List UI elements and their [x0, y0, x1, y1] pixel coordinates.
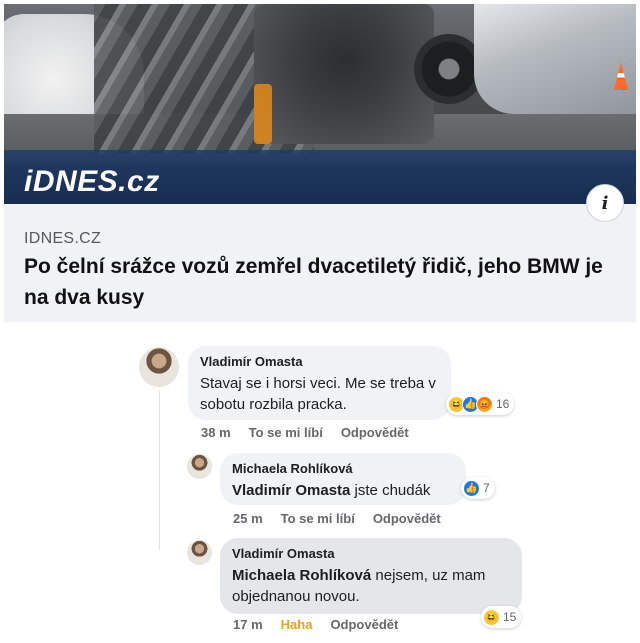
brand-logo: iDNES.cz [24, 165, 160, 198]
comment-time[interactable]: 17 m [233, 617, 263, 632]
comment-time[interactable]: 38 m [201, 425, 231, 440]
photo-wreck-interior [254, 4, 434, 144]
comment-author[interactable]: Vladimír Omasta [232, 546, 510, 561]
like-icon: 👍 [463, 479, 480, 497]
angry-icon: 😡 [476, 395, 493, 413]
comment-actions: 25 m To se mi líbí Odpovědět [233, 511, 441, 526]
haha-icon: 😆 [483, 608, 500, 626]
avatar[interactable] [139, 347, 179, 387]
comment-bubble: Vladimír Omasta Michaela Rohlíková nejse… [220, 538, 522, 614]
like-button[interactable]: To se mi líbí [249, 425, 323, 440]
link-preview-card[interactable]: iDNES.cz i IDNES.CZ Po čelní srážce vozů… [4, 4, 636, 322]
reply-button[interactable]: Odpovědět [341, 425, 409, 440]
photo-car-right [474, 4, 636, 114]
info-icon[interactable]: i [586, 184, 624, 222]
reaction-count: 7 [483, 481, 490, 495]
mention-link[interactable]: Michaela Rohlíková [232, 567, 371, 584]
comment-text: jste chudák [350, 482, 431, 499]
comment-time[interactable]: 25 m [233, 511, 263, 526]
reaction-count: 15 [503, 610, 517, 624]
photo-debris [254, 84, 272, 144]
comment-author[interactable]: Michaela Rohlíková [232, 461, 454, 476]
article-headline[interactable]: Po čelní srážce vozů zemřel dvacetiletý … [24, 251, 624, 313]
link-source: IDNES.CZ [24, 230, 102, 247]
haha-reaction-button[interactable]: Haha [281, 617, 313, 632]
article-photo[interactable]: iDNES.cz [4, 4, 636, 204]
reaction-summary[interactable]: 😆 15 [481, 606, 522, 628]
reply-button[interactable]: Odpovědět [330, 617, 398, 632]
reply-button[interactable]: Odpovědět [373, 511, 441, 526]
comment-actions: 17 m Haha Odpovědět [233, 617, 398, 632]
thread-line [159, 390, 160, 550]
comment-bubble: Michaela Rohlíková Vladimír Omasta jste … [220, 453, 466, 505]
reaction-count: 16 [496, 397, 510, 411]
comment-author[interactable]: Vladimír Omasta [200, 354, 439, 369]
comment-text: Stavaj se i horsi veci. Me se treba v so… [200, 375, 436, 413]
comment-actions: 38 m To se mi líbí Odpovědět [201, 425, 409, 440]
comment-bubble: Vladimír Omasta Stavaj se i horsi veci. … [188, 346, 451, 420]
mention-link[interactable]: Vladimír Omasta [232, 482, 350, 499]
avatar[interactable] [187, 454, 212, 479]
avatar[interactable] [187, 540, 212, 565]
reaction-summary[interactable]: 👍 7 [461, 477, 495, 499]
like-button[interactable]: To se mi líbí [281, 511, 355, 526]
reaction-summary[interactable]: 😆 👍 😡 16 [446, 393, 515, 415]
